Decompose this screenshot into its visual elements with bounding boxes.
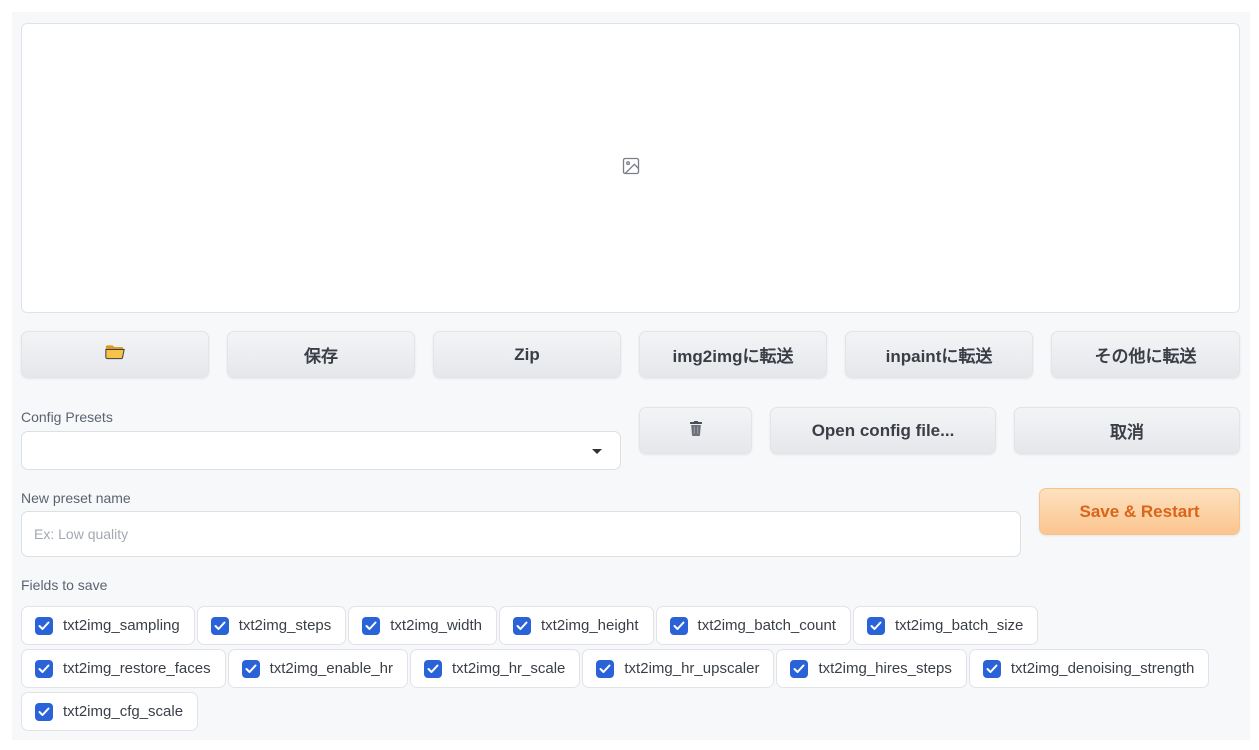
field-checkbox-item[interactable]: txt2img_batch_size [852,606,1039,645]
field-checkbox-label: txt2img_cfg_scale [63,703,184,720]
field-checkbox-label: txt2img_steps [238,617,332,634]
field-checkbox-label: txt2img_width [390,617,482,634]
checkbox-checked-icon[interactable] [362,616,381,635]
fields-to-save-label: Fields to save [21,577,108,593]
field-checkbox-label: txt2img_sampling [63,617,180,634]
trash-icon [689,420,702,441]
checkbox-checked-icon[interactable] [35,659,53,678]
checkbox-checked-icon[interactable] [35,616,53,635]
checkbox-checked-icon[interactable] [866,616,885,635]
field-checkbox-label: txt2img_enable_hr [269,660,393,677]
chevron-down-icon [592,449,602,454]
save-and-restart-button[interactable]: Save & Restart [1039,488,1240,535]
config-presets-label: Config Presets [21,409,113,425]
field-checkbox-label: txt2img_batch_count [697,617,836,634]
send-to-other-button[interactable]: その他に転送 [1051,331,1240,378]
folder-icon [105,344,125,365]
image-gallery[interactable] [21,23,1240,313]
checkbox-checked-icon[interactable] [512,616,531,635]
field-checkbox-item[interactable]: txt2img_hires_steps [776,649,967,688]
checkbox-checked-icon[interactable] [596,659,615,678]
field-checkbox-item[interactable]: txt2img_sampling [21,606,195,645]
field-checkbox-item[interactable]: txt2img_restore_faces [21,649,226,688]
field-checkbox-item[interactable]: txt2img_hr_upscaler [582,649,775,688]
field-checkbox-item[interactable]: txt2img_steps [196,606,347,645]
fields-to-save-group: txt2img_sampling txt2img_steps txt2img_wid… [21,606,1221,731]
checkbox-checked-icon[interactable] [35,702,53,721]
field-checkbox-label: txt2img_hires_steps [818,660,952,677]
image-icon [621,156,641,181]
field-checkbox-label: txt2img_hr_scale [452,660,566,677]
checkbox-checked-icon[interactable] [982,659,1001,678]
field-checkbox-item[interactable]: txt2img_denoising_strength [968,649,1210,688]
field-checkbox-item[interactable]: txt2img_enable_hr [227,649,408,688]
save-button[interactable]: 保存 [227,331,415,378]
checkbox-checked-icon[interactable] [241,659,260,678]
open-folder-button[interactable] [21,331,209,378]
field-checkbox-item[interactable]: txt2img_hr_scale [410,649,581,688]
cancel-button[interactable]: 取消 [1014,407,1240,454]
field-checkbox-label: txt2img_restore_faces [63,660,211,677]
zip-button[interactable]: Zip [433,331,621,378]
new-preset-name-label: New preset name [21,490,131,506]
field-checkbox-label: txt2img_batch_size [894,617,1024,634]
checkbox-checked-icon[interactable] [669,616,688,635]
checkbox-checked-icon[interactable] [424,659,442,678]
delete-preset-button[interactable] [639,407,752,454]
field-checkbox-item[interactable]: txt2img_height [498,606,654,645]
field-checkbox-label: txt2img_height [540,617,639,634]
checkbox-checked-icon[interactable] [210,616,229,635]
checkbox-checked-icon[interactable] [790,659,809,678]
send-to-img2img-button[interactable]: img2imgに転送 [639,331,827,378]
config-presets-dropdown[interactable] [21,431,621,470]
field-checkbox-item[interactable]: txt2img_cfg_scale [21,692,199,731]
open-config-file-button[interactable]: Open config file... [770,407,996,454]
field-checkbox-item[interactable]: txt2img_width [348,606,497,645]
field-checkbox-label: txt2img_hr_upscaler [624,660,760,677]
send-to-inpaint-button[interactable]: inpaintに転送 [845,331,1033,378]
field-checkbox-label: txt2img_denoising_strength [1010,660,1195,677]
field-checkbox-item[interactable]: txt2img_batch_count [655,606,851,645]
new-preset-name-input[interactable] [21,511,1021,557]
